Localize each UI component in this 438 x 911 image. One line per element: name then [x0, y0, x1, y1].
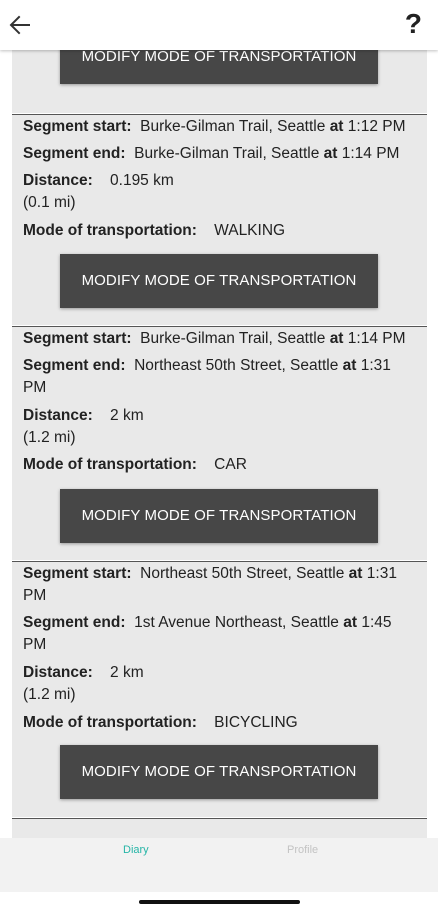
home-indicator	[139, 900, 300, 904]
segment-card-next	[12, 818, 427, 838]
help-button[interactable]: ?	[405, 8, 422, 40]
divider	[12, 561, 427, 562]
segment-card-previous: MODIFY MODE OF TRANSPORTATION	[12, 50, 427, 113]
tab-diary[interactable]: Diary	[123, 844, 149, 856]
segment-end-row: Segment end: Burke-Gilman Trail, Seattle…	[23, 145, 400, 162]
segment-start-row: Segment start: Burke-Gilman Trail, Seatt…	[23, 330, 406, 347]
segment-start-row: Segment start: Burke-Gilman Trail, Seatt…	[23, 118, 406, 135]
distance-row: Distance: 0.195 km (0.1 mi)	[23, 172, 174, 211]
arrow-left-icon	[9, 15, 30, 35]
distance-row: Distance: 2 km (1.2 mi)	[23, 407, 144, 446]
segment-start-row: Segment start: Northeast 50th Street, Se…	[23, 565, 397, 604]
mode-row: Mode of transportation: BICYCLING	[23, 714, 298, 731]
segment-end-row: Segment end: Northeast 50th Street, Seat…	[23, 357, 391, 396]
modify-mode-button[interactable]: MODIFY MODE OF TRANSPORTATION	[60, 489, 378, 543]
mode-row: Mode of transportation: WALKING	[23, 222, 286, 239]
segment-card: Segment start: Burke-Gilman Trail, Seatt…	[12, 326, 427, 560]
segment-card: Segment start: Northeast 50th Street, Se…	[12, 561, 427, 817]
bottom-navigation: Diary Profile	[0, 838, 438, 892]
tab-profile[interactable]: Profile	[287, 844, 318, 856]
divider	[12, 818, 427, 819]
modify-mode-button[interactable]: MODIFY MODE OF TRANSPORTATION	[60, 254, 378, 308]
back-button[interactable]	[7, 12, 33, 38]
divider	[12, 326, 427, 327]
trip-segments-list[interactable]: MODIFY MODE OF TRANSPORTATION Segment st…	[0, 50, 438, 838]
modify-mode-button[interactable]: MODIFY MODE OF TRANSPORTATION	[60, 50, 378, 84]
segment-end-row: Segment end: 1st Avenue Northeast, Seatt…	[23, 614, 392, 653]
divider	[12, 114, 427, 115]
mode-row: Mode of transportation: CAR	[23, 456, 247, 473]
top-app-bar: ?	[0, 0, 438, 50]
segment-card: Segment start: Burke-Gilman Trail, Seatt…	[12, 114, 427, 325]
modify-mode-button[interactable]: MODIFY MODE OF TRANSPORTATION	[60, 745, 378, 799]
distance-row: Distance: 2 km (1.2 mi)	[23, 664, 144, 703]
